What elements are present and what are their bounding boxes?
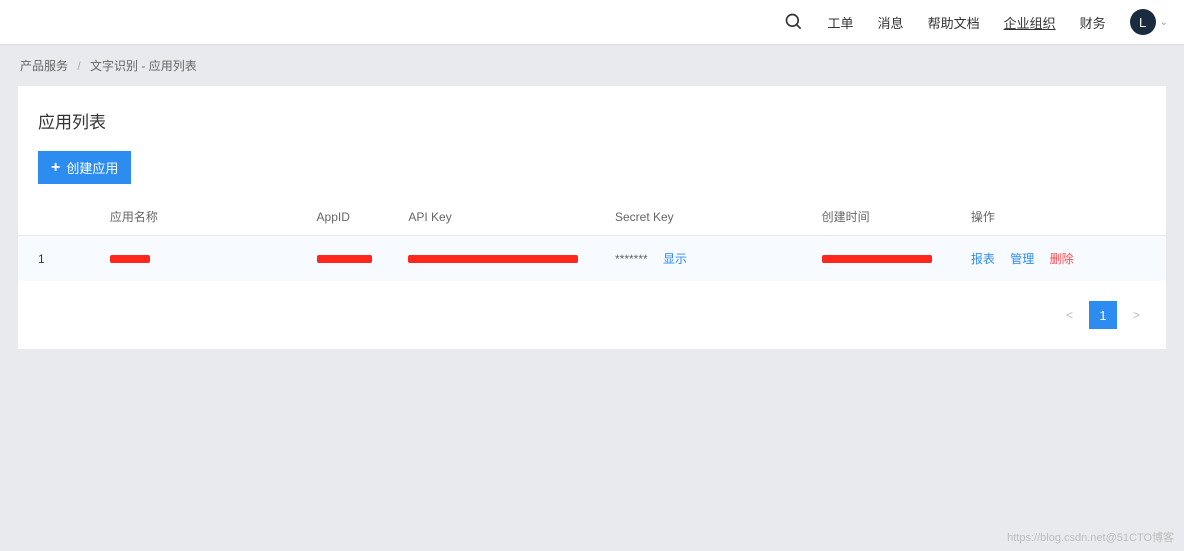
nav-org[interactable]: 企业组织	[1004, 13, 1056, 32]
th-created: 创建时间	[822, 198, 971, 236]
redacted-name	[110, 255, 150, 263]
cell-ops: 报表 管理 删除	[971, 236, 1166, 282]
manage-link[interactable]: 管理	[1010, 252, 1034, 266]
user-menu[interactable]: L ⌄	[1130, 9, 1168, 35]
breadcrumb: 产品服务 / 文字识别 - 应用列表	[0, 45, 1184, 86]
redacted-appid	[317, 255, 372, 263]
cell-secret-key: ******* 显示	[615, 236, 822, 282]
create-app-label: 创建应用	[66, 158, 118, 177]
redacted-apikey	[408, 255, 578, 263]
nav-help-doc[interactable]: 帮助文档	[928, 13, 980, 32]
page-title: 应用列表	[18, 86, 1166, 151]
app-table: 应用名称 AppID API Key Secret Key 创建时间 操作 1 …	[18, 198, 1166, 281]
cell-app-name	[110, 236, 317, 282]
report-link[interactable]: 报表	[971, 252, 995, 266]
app-list-card: 应用列表 + 创建应用 应用名称 AppID API Key Secret Ke…	[18, 86, 1166, 349]
avatar: L	[1130, 9, 1156, 35]
chevron-down-icon: ⌄	[1160, 17, 1168, 28]
cell-index: 1	[18, 236, 110, 282]
nav-message[interactable]: 消息	[878, 13, 904, 32]
show-secret-link[interactable]: 显示	[663, 252, 687, 266]
pagination: < 1 >	[18, 281, 1166, 349]
table-row: 1 ******* 显示 报表 管理 删除	[18, 236, 1166, 282]
th-api-key: API Key	[408, 198, 615, 236]
th-app-id: AppID	[317, 198, 409, 236]
page-prev[interactable]: <	[1060, 304, 1079, 326]
delete-link[interactable]: 删除	[1050, 252, 1074, 266]
cell-created	[822, 236, 971, 282]
th-index	[18, 198, 110, 236]
breadcrumb-sep: /	[77, 59, 80, 73]
th-secret-key: Secret Key	[615, 198, 822, 236]
th-ops: 操作	[971, 198, 1166, 236]
page-next[interactable]: >	[1127, 304, 1146, 326]
cell-app-id	[317, 236, 409, 282]
plus-icon: +	[51, 160, 60, 176]
redacted-created	[822, 255, 932, 263]
secret-mask: *******	[615, 252, 648, 266]
topbar: 工单 消息 帮助文档 企业组织 财务 L ⌄	[0, 0, 1184, 45]
watermark: https://blog.csdn.net@51CTO博客	[1007, 529, 1174, 545]
cell-api-key	[408, 236, 615, 282]
search-icon[interactable]	[784, 12, 804, 32]
create-app-button[interactable]: + 创建应用	[38, 151, 131, 184]
page-1[interactable]: 1	[1089, 301, 1117, 329]
nav-finance[interactable]: 财务	[1080, 13, 1106, 32]
th-app-name: 应用名称	[110, 198, 317, 236]
breadcrumb-root[interactable]: 产品服务	[20, 59, 68, 73]
nav-ticket[interactable]: 工单	[828, 13, 854, 32]
breadcrumb-current: 文字识别 - 应用列表	[90, 59, 197, 73]
